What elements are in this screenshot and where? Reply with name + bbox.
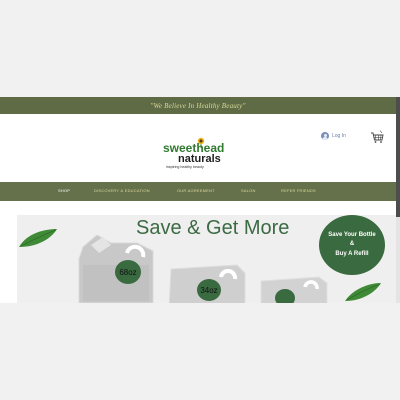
scrollbar-thumb[interactable] [396,97,400,217]
user-avatar-icon [321,132,329,140]
logo-tagline: inspiring healthy beauty [166,165,204,169]
badge-line-1: Save Your Bottle [328,232,376,239]
page-viewport: "We Believe In Healthy Beauty" Log In sw… [0,97,396,303]
announcement-text: "We Believe In Healthy Beauty" [150,101,246,110]
site-logo[interactable]: sweethead naturals inspiring healthy bea… [160,136,232,170]
login-label: Log In [332,133,346,139]
hero-banner[interactable]: 68oz 34oz Save & Get More Save Your Bott… [17,215,396,303]
size-tag-68oz: 68oz [115,260,141,284]
nav-item-salon[interactable]: SALON [241,188,256,193]
leaf-icon [19,229,57,247]
shopping-cart-icon[interactable] [370,130,384,144]
login-button[interactable]: Log In [321,132,346,140]
leaf-icon [345,283,381,301]
nav-item-our-agreement[interactable]: OUR AGREEMENT [177,188,215,193]
main-nav: SHOP DISCOVERY & EDUCATION OUR AGREEMENT… [0,182,396,201]
nav-item-discovery-education[interactable]: DISCOVERY & EDUCATION [94,188,150,193]
announcement-bar: "We Believe In Healthy Beauty" [0,97,396,114]
badge-line-3: Buy A Refill [335,250,369,257]
refill-badge[interactable]: Save Your Bottle & Buy A Refill [319,215,385,275]
nav-item-refer-friends[interactable]: REFER FRIENDS [281,188,316,193]
badge-line-2: & [349,241,355,248]
size-tag-small [275,289,295,303]
logo-line-2: naturals [178,153,221,165]
site-header: Log In sweethead naturals inspiring heal… [0,114,396,182]
page-scrollbar[interactable] [396,97,400,303]
nav-item-shop[interactable]: SHOP [58,188,70,193]
size-tag-34oz: 34oz [197,279,221,301]
hero-title: Save & Get More [136,217,290,239]
